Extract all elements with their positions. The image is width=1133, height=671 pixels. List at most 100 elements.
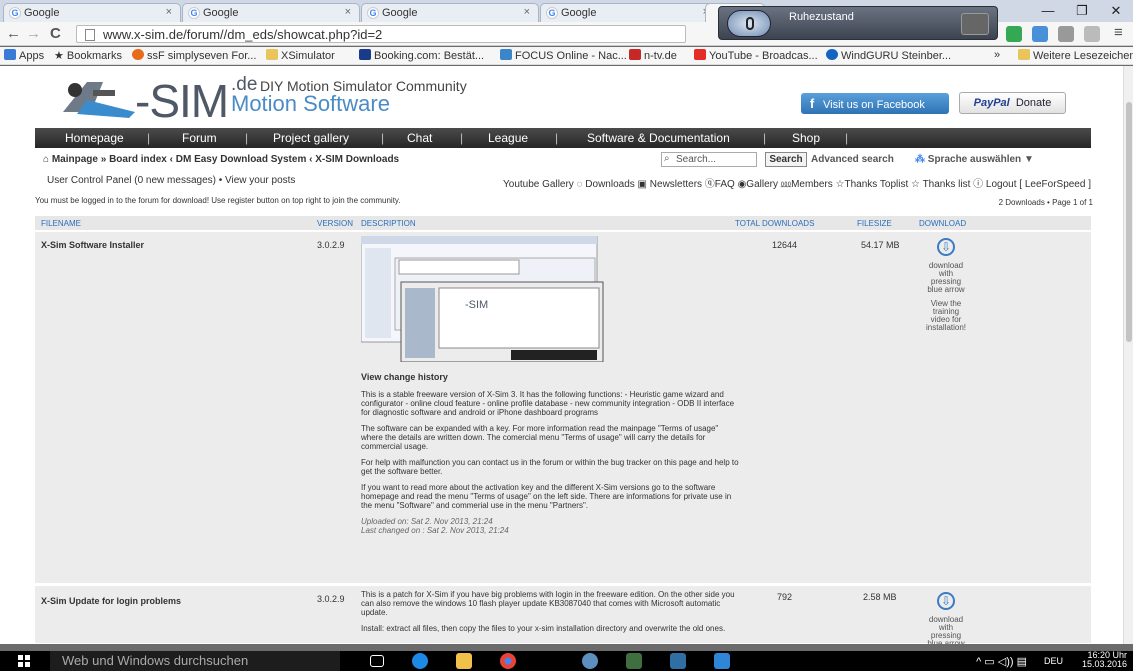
browser-tab[interactable]: GGoogle×: [3, 3, 181, 22]
table-row: X-Sim Software Installer 3.0.2.9 -SIM Vi…: [35, 232, 1091, 584]
logo-sim-text: -SIM: [135, 75, 229, 127]
apps-grid-icon: [4, 49, 16, 60]
scrollbar-thumb[interactable]: [1126, 102, 1132, 342]
tray-icons[interactable]: ^ ▭ ◁)) ▤: [976, 655, 1027, 668]
extension-icon[interactable]: [1006, 26, 1022, 42]
menu-software-documentation[interactable]: Software & Documentation: [587, 131, 730, 145]
file-name[interactable]: X-Sim Software Installer: [41, 240, 144, 250]
folder-icon: [266, 49, 278, 60]
language-indicator[interactable]: DEU: [1044, 656, 1063, 666]
google-favicon-icon: G: [546, 7, 558, 19]
speech-status: Ruhezustand: [789, 11, 854, 23]
close-window-button[interactable]: ✕: [1099, 0, 1133, 22]
menu-forum[interactable]: Forum: [182, 131, 217, 145]
file-explorer-icon[interactable]: [456, 653, 472, 669]
app-icon[interactable]: [582, 653, 598, 669]
bookmark-folder[interactable]: Weitere Lesezeichen: [1018, 49, 1133, 62]
col-description: DESCRIPTION: [361, 219, 416, 228]
breadcrumb-bar: ⌂ Mainpage » Board index ‹ DM Easy Downl…: [35, 150, 1091, 170]
clock[interactable]: 16:20 Uhr 15.03.2016: [1073, 651, 1127, 669]
bookmark-item[interactable]: FOCUS Online - Nac...: [500, 49, 627, 62]
bookmark-apps[interactable]: Apps: [4, 49, 44, 62]
bookmark-item[interactable]: ★ Bookmarks: [54, 49, 122, 62]
close-tab-icon[interactable]: ×: [166, 6, 172, 18]
speech-controls[interactable]: [961, 13, 989, 35]
task-view-icon[interactable]: [370, 655, 384, 667]
file-version: 3.0.2.9: [317, 240, 345, 250]
menu-project-gallery[interactable]: Project gallery: [273, 131, 349, 145]
app-icon[interactable]: [626, 653, 642, 669]
bookmark-item[interactable]: WindGURU Steinber...: [826, 49, 951, 62]
logo-subtitle: Motion Software: [231, 91, 390, 116]
menu-homepage[interactable]: Homepage: [65, 131, 124, 145]
download-arrow-icon[interactable]: ⇩: [937, 592, 955, 610]
download-count: 792: [777, 592, 793, 602]
bookmark-item[interactable]: ssF simplyseven For...: [132, 49, 256, 62]
taskbar-search-box[interactable]: Web und Windows durchsuchen: [50, 651, 340, 671]
file-name[interactable]: X-Sim Update for login problems: [41, 596, 181, 606]
bookmark-item[interactable]: XSimulator: [266, 49, 335, 62]
bookmark-item[interactable]: n-tv.de: [629, 49, 677, 62]
change-history-link[interactable]: View change history: [361, 372, 448, 382]
donate-button[interactable]: PayPal Donate: [959, 92, 1066, 114]
bookmark-item[interactable]: Booking.com: Bestät...: [359, 49, 484, 62]
browser-tab[interactable]: GGoogle×: [540, 3, 718, 22]
maximize-button[interactable]: ❐: [1065, 0, 1099, 22]
edge-browser-icon[interactable]: [412, 653, 428, 669]
microphone-icon: [746, 17, 754, 30]
col-download: DOWNLOAD: [919, 219, 967, 228]
search-icon: ⌕: [664, 153, 670, 164]
browser-tab[interactable]: GGoogle×: [361, 3, 539, 22]
language-select[interactable]: ⁂ Sprache auswählen ▼: [915, 154, 1034, 165]
user-control-panel-link[interactable]: User Control Panel (0 new messages) • Vi…: [47, 175, 295, 186]
window-controls: — ❐ ✕: [1031, 0, 1133, 22]
google-favicon-icon: G: [188, 7, 200, 19]
bookmarks-bar: Apps ★ Bookmarks ssF simplyseven For... …: [0, 47, 1133, 65]
extension-icon[interactable]: [1032, 26, 1048, 42]
back-button[interactable]: ←: [6, 25, 21, 42]
speech-recognition-widget: Ruhezustand: [718, 6, 998, 40]
minimize-button[interactable]: —: [1031, 0, 1065, 22]
reload-button[interactable]: C: [50, 25, 61, 42]
store-icon[interactable]: [670, 653, 686, 669]
forum-toolbar-links[interactable]: Youtube Gallery ◌ Downloads ▣ Newsletter…: [503, 175, 1091, 190]
microphone-button[interactable]: [727, 10, 771, 37]
browser-tab[interactable]: GGoogle×: [182, 3, 360, 22]
chrome-icon[interactable]: [500, 653, 516, 669]
extension-icon[interactable]: [1058, 26, 1074, 42]
forward-button[interactable]: →: [26, 25, 41, 42]
favicon-icon: [629, 49, 641, 60]
menu-icon[interactable]: ≡: [1114, 24, 1123, 41]
close-tab-icon[interactable]: ×: [524, 6, 530, 18]
menu-separator: |: [845, 131, 849, 145]
facebook-button[interactable]: f Visit us on Facebook: [801, 93, 949, 114]
breadcrumb[interactable]: ⌂ Mainpage » Board index ‹ DM Easy Downl…: [43, 154, 399, 165]
settings-icon[interactable]: [714, 653, 730, 669]
folder-icon: [1018, 49, 1030, 60]
google-favicon-icon: G: [367, 7, 379, 19]
search-button[interactable]: Search: [765, 152, 807, 167]
page-icon: [85, 29, 95, 41]
search-input[interactable]: ⌕ Search...: [661, 152, 757, 167]
address-bar[interactable]: www.x-sim.de/forum//dm_eds/showcat.php?i…: [76, 25, 686, 43]
menu-shop[interactable]: Shop: [792, 131, 820, 145]
menu-separator: |: [381, 131, 385, 145]
simulator-logo-icon: [63, 82, 135, 118]
web-page: -SIM .de DIY Motion Simulator Community …: [0, 66, 1123, 644]
site-container: -SIM .de DIY Motion Simulator Community …: [35, 66, 1093, 644]
advanced-search-link[interactable]: Advanced search: [811, 154, 894, 165]
menu-chat[interactable]: Chat: [407, 131, 432, 145]
software-screenshot-thumbnail[interactable]: -SIM: [361, 236, 641, 362]
download-arrow-icon[interactable]: ⇩: [937, 238, 955, 256]
table-header: FILENAME VERSION DESCRIPTION TOTAL DOWNL…: [35, 216, 1091, 230]
page-scrollbar[interactable]: [1123, 66, 1133, 644]
user-bar: User Control Panel (0 new messages) • Vi…: [35, 172, 1091, 190]
menu-separator: |: [555, 131, 559, 145]
bookmark-overflow-button[interactable]: »: [994, 49, 1000, 61]
menu-league[interactable]: League: [488, 131, 528, 145]
windows-start-button[interactable]: [18, 655, 30, 667]
bookmark-item[interactable]: YouTube - Broadcas...: [694, 49, 818, 62]
close-tab-icon[interactable]: ×: [345, 6, 351, 18]
extension-icon[interactable]: [1084, 26, 1100, 42]
col-filesize: FILESIZE: [857, 219, 892, 228]
